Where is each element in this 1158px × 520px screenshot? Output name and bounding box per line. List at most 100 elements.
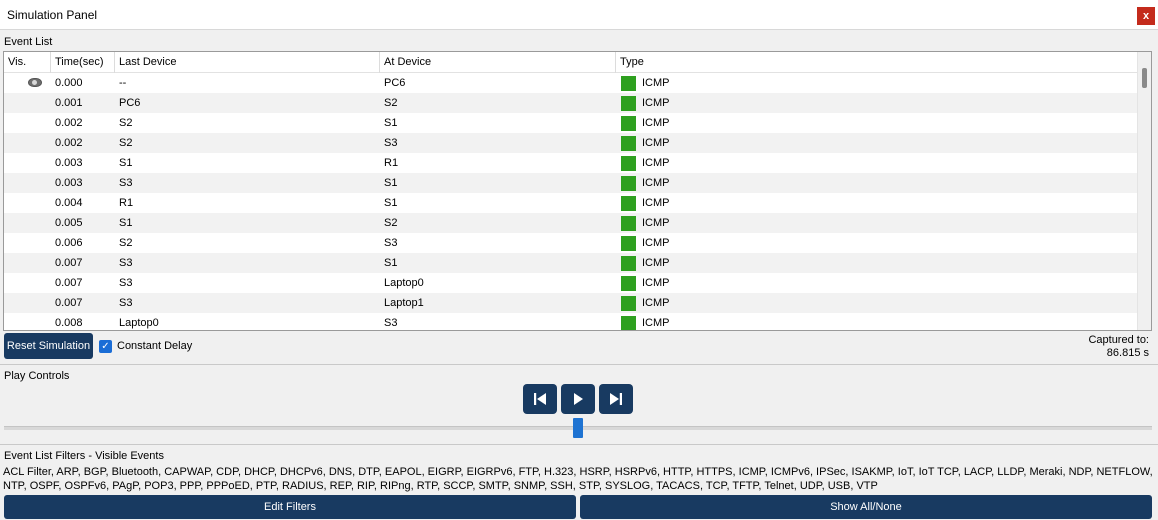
type-cell: ICMP — [642, 317, 670, 329]
constant-delay-label: Constant Delay — [117, 340, 193, 352]
eye-icon — [28, 78, 42, 87]
at-device-cell: S3 — [384, 317, 398, 329]
table-row[interactable]: 0.002 S2 S3 ICMP — [4, 133, 1137, 153]
type-color-swatch[interactable] — [621, 276, 636, 291]
type-cell: ICMP — [642, 237, 670, 249]
close-icon: x — [1142, 10, 1150, 22]
table-row[interactable]: 0.000 -- PC6 ICMP — [4, 73, 1137, 93]
time-cell: 0.002 — [55, 137, 83, 149]
last-device-cell: S1 — [119, 157, 133, 169]
vis-cell[interactable] — [4, 273, 51, 293]
table-body: 0.000 -- PC6 ICMP 0.001 PC6 S2 ICMP 0.002 S2 S1 ICM… — [4, 73, 1137, 330]
last-device-cell: S3 — [119, 177, 133, 189]
at-device-cell: S2 — [384, 217, 398, 229]
time-cell: 0.006 — [55, 237, 83, 249]
vis-cell[interactable] — [4, 293, 51, 313]
table-row[interactable]: 0.004 R1 S1 ICMP — [4, 193, 1137, 213]
type-color-swatch[interactable] — [621, 116, 636, 131]
vis-cell[interactable] — [4, 173, 51, 193]
type-color-swatch[interactable] — [621, 296, 636, 311]
time-cell: 0.005 — [55, 217, 83, 229]
scrollbar-thumb[interactable] — [1142, 68, 1147, 88]
table-row[interactable]: 0.007 S3 Laptop0 ICMP — [4, 273, 1137, 293]
time-cell: 0.004 — [55, 197, 83, 209]
play-button[interactable] — [561, 384, 595, 414]
type-color-swatch[interactable] — [621, 96, 636, 111]
type-cell: ICMP — [642, 137, 670, 149]
table-row[interactable]: 0.003 S1 R1 ICMP — [4, 153, 1137, 173]
at-device-cell: PC6 — [384, 77, 406, 89]
captured-value: 86.815 s — [1106, 347, 1149, 359]
at-device-cell: Laptop0 — [384, 277, 424, 289]
type-cell: ICMP — [642, 197, 670, 209]
last-device-cell: Laptop0 — [119, 317, 159, 329]
vis-cell[interactable] — [4, 193, 51, 213]
type-color-swatch[interactable] — [621, 156, 636, 171]
table-row[interactable]: 0.003 S3 S1 ICMP — [4, 173, 1137, 193]
table-row[interactable]: 0.007 S3 Laptop1 ICMP — [4, 293, 1137, 313]
last-device-cell: S2 — [119, 117, 133, 129]
at-device-cell: S3 — [384, 137, 398, 149]
back-step-icon — [534, 393, 546, 405]
step-forward-button[interactable] — [599, 384, 633, 414]
column-header-vis[interactable]: Vis. — [4, 52, 51, 73]
type-cell: ICMP — [642, 157, 670, 169]
event-list-label: Event List — [4, 36, 53, 48]
play-icon — [574, 393, 583, 405]
vis-cell[interactable] — [4, 313, 51, 330]
vis-cell[interactable] — [4, 133, 51, 153]
type-cell: ICMP — [642, 257, 670, 269]
table-row[interactable]: 0.001 PC6 S2 ICMP — [4, 93, 1137, 113]
playback-slider-thumb[interactable] — [573, 418, 583, 438]
at-device-cell: S3 — [384, 237, 398, 249]
last-device-cell: R1 — [119, 197, 134, 209]
reset-simulation-button[interactable]: Reset Simulation — [4, 333, 93, 359]
filters-label: Event List Filters - Visible Events — [4, 450, 164, 462]
vis-cell[interactable] — [4, 253, 51, 273]
type-cell: ICMP — [642, 117, 670, 129]
type-cell: ICMP — [642, 277, 670, 289]
type-cell: ICMP — [642, 177, 670, 189]
type-color-swatch[interactable] — [621, 196, 636, 211]
type-color-swatch[interactable] — [621, 256, 636, 271]
table-row[interactable]: 0.002 S2 S1 ICMP — [4, 113, 1137, 133]
last-device-cell: S1 — [119, 217, 133, 229]
type-color-swatch[interactable] — [621, 76, 636, 91]
visible-events-list: ACL Filter, ARP, BGP, Bluetooth, CAPWAP,… — [3, 466, 1153, 492]
at-device-cell: S2 — [384, 97, 398, 109]
table-header: Vis. Time(sec) Last Device At Device Typ… — [4, 52, 1137, 73]
column-header-last-device[interactable]: Last Device — [115, 52, 380, 73]
type-color-swatch[interactable] — [621, 236, 636, 251]
step-back-button[interactable] — [523, 384, 557, 414]
constant-delay-checkbox[interactable]: ✓ — [99, 340, 112, 353]
last-device-cell: -- — [119, 77, 127, 89]
vis-cell[interactable] — [4, 153, 51, 173]
type-color-swatch[interactable] — [621, 216, 636, 231]
type-cell: ICMP — [642, 297, 670, 309]
column-header-time[interactable]: Time(sec) — [51, 52, 115, 73]
at-device-cell: S1 — [384, 197, 398, 209]
table-row[interactable]: 0.005 S1 S2 ICMP — [4, 213, 1137, 233]
captured-label: Captured to: — [1088, 334, 1149, 346]
table-row[interactable]: 0.007 S3 S1 ICMP — [4, 253, 1137, 273]
edit-filters-button[interactable]: Edit Filters — [4, 495, 576, 519]
vis-cell[interactable] — [4, 73, 51, 93]
type-color-swatch[interactable] — [621, 136, 636, 151]
table-row[interactable]: 0.008 Laptop0 S3 ICMP — [4, 313, 1137, 330]
last-device-cell: S3 — [119, 257, 133, 269]
type-color-swatch[interactable] — [621, 176, 636, 191]
vis-cell[interactable] — [4, 233, 51, 253]
event-list-table: Vis. Time(sec) Last Device At Device Typ… — [3, 51, 1152, 331]
vis-cell[interactable] — [4, 93, 51, 113]
vis-cell[interactable] — [4, 113, 51, 133]
column-header-at-device[interactable]: At Device — [380, 52, 616, 73]
time-cell: 0.007 — [55, 257, 83, 269]
vis-cell[interactable] — [4, 213, 51, 233]
show-all-none-button[interactable]: Show All/None — [580, 495, 1152, 519]
column-header-type[interactable]: Type — [616, 52, 1137, 73]
close-button[interactable]: x — [1137, 7, 1155, 25]
vertical-scrollbar[interactable] — [1137, 52, 1151, 330]
divider — [0, 364, 1158, 365]
table-row[interactable]: 0.006 S2 S3 ICMP — [4, 233, 1137, 253]
type-color-swatch[interactable] — [621, 316, 636, 330]
